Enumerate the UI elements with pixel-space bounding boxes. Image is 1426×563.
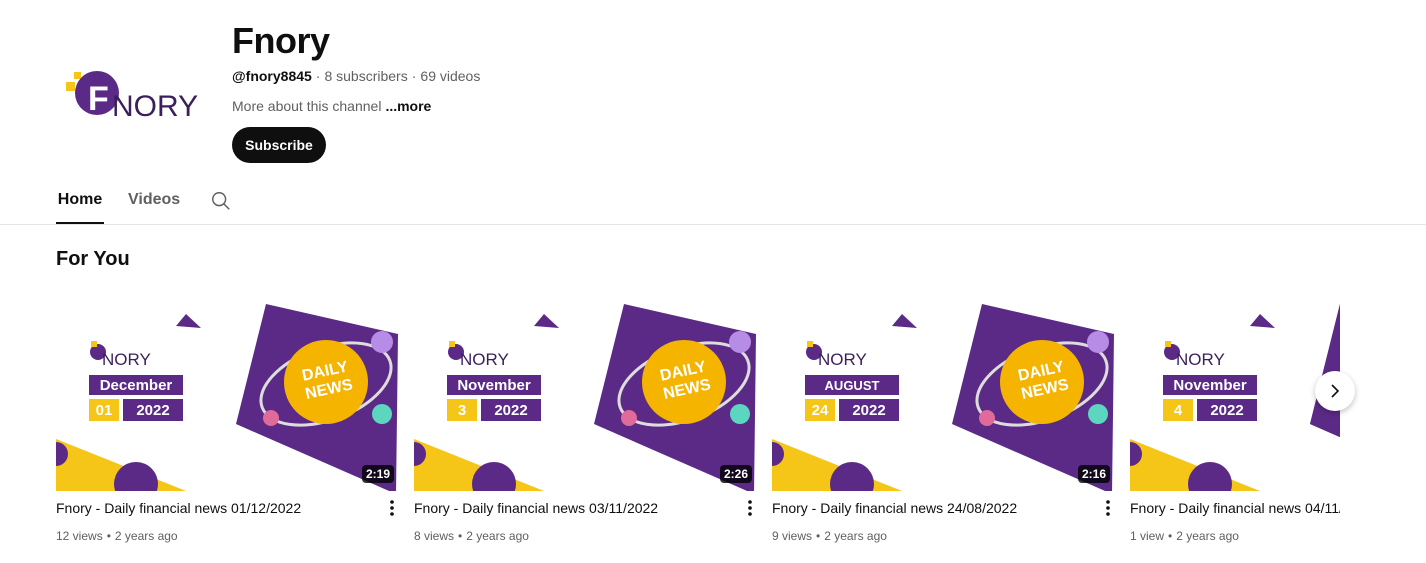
upload-age: 2 years ago [466, 529, 529, 543]
more-options-icon[interactable] [386, 498, 398, 518]
thumb-day: 3 [458, 402, 466, 419]
thumb-day: 4 [1174, 402, 1183, 419]
upload-age: 2 years ago [114, 529, 178, 543]
logo-text: NORY [112, 90, 198, 123]
video-title[interactable]: Fnory - Daily financial news 01/12/2022 [56, 500, 356, 516]
video-thumbnail[interactable]: NORY December 01 2022 DAILY NEWS 2:19 [56, 294, 398, 491]
video-thumbnail[interactable]: NORY AUGUST 24 2022 DAILY NEWS 2:16 [772, 294, 1114, 491]
tab-home[interactable]: Home [56, 180, 104, 224]
video-title[interactable]: Fnory - Daily financial news 03/11/2022 [414, 500, 714, 516]
video-thumbnail[interactable]: NORY November 4 2022 [1130, 294, 1340, 491]
search-icon[interactable] [210, 190, 232, 212]
thumbnail-art: NORY December 01 2022 DAILY NEWS [56, 304, 398, 491]
video-thumbnail[interactable]: NORY November 3 2022 DAILY NEWS 2:26 [414, 294, 756, 491]
thumb-day: 24 [812, 402, 829, 419]
video-meta: 9 views • 2 years ago [772, 529, 887, 543]
thumb-month: November [1173, 377, 1247, 394]
video-meta: 12 views • 2 years ago [56, 529, 178, 543]
video-count: 69 videos [420, 68, 481, 84]
channel-handle: @fnory8845 [232, 68, 312, 84]
about-text: More about this channel [232, 98, 382, 114]
subscriber-count: 8 subscribers [324, 68, 408, 84]
view-count: 1 view [1130, 529, 1165, 543]
channel-logo[interactable]: F NORY [66, 66, 216, 126]
video-title[interactable]: Fnory - Daily financial news 04/11/2022 [1130, 500, 1340, 516]
upload-age: 2 years ago [1176, 529, 1239, 543]
video-meta: 1 view • 2 years ago [1130, 529, 1239, 543]
thumb-year: 2022 [136, 402, 169, 419]
svg-text:F: F [88, 80, 109, 118]
thumb-year: 2022 [494, 402, 527, 419]
channel-header: F NORY Fnory @fnory8845 · 8 subscribers · 69… [56, 0, 1396, 180]
thumb-month: November [457, 377, 531, 394]
more-link[interactable]: ...more [385, 98, 431, 114]
thumb-brand: NORY [818, 350, 867, 369]
thumb-brand: NORY [460, 350, 509, 369]
view-count: 8 views [414, 529, 455, 543]
video-duration: 2:16 [1077, 465, 1110, 483]
thumbnail-art: NORY November 3 2022 DAILY NEWS [414, 304, 756, 491]
thumb-year: 2022 [1210, 402, 1243, 419]
channel-name: Fnory [232, 20, 330, 61]
more-options-icon[interactable] [1102, 498, 1114, 518]
video-duration: 2:19 [361, 465, 394, 483]
video-shelf: NORY December 01 2022 DAILY NEWS 2:19 Fn… [56, 294, 1340, 563]
subscribe-button[interactable]: Subscribe [232, 127, 326, 163]
video-title[interactable]: Fnory - Daily financial news 24/08/2022 [772, 500, 1072, 516]
video-duration: 2:26 [719, 465, 752, 483]
section-title: For You [56, 248, 130, 270]
video-meta: 8 views • 2 years ago [414, 529, 529, 543]
thumbnail-art: NORY November 4 2022 [1130, 304, 1340, 491]
thumb-month: December [100, 377, 173, 394]
view-count: 12 views [56, 529, 103, 543]
channel-about[interactable]: More about this channel ...more [232, 98, 431, 114]
upload-age: 2 years ago [824, 529, 887, 543]
shelf-next-button[interactable] [1315, 371, 1355, 411]
thumb-brand: NORY [102, 350, 151, 369]
thumbnail-art: NORY AUGUST 24 2022 DAILY NEWS [772, 304, 1114, 491]
chevron-right-icon [1331, 384, 1340, 398]
channel-meta: @fnory8845 · 8 subscribers · 69 videos [232, 68, 481, 84]
tab-videos[interactable]: Videos [128, 180, 180, 224]
thumb-month: AUGUST [825, 378, 880, 393]
thumb-brand: NORY [1176, 350, 1225, 369]
view-count: 9 views [772, 529, 813, 543]
more-options-icon[interactable] [744, 498, 756, 518]
thumb-day: 01 [96, 402, 113, 419]
thumb-year: 2022 [852, 402, 885, 419]
